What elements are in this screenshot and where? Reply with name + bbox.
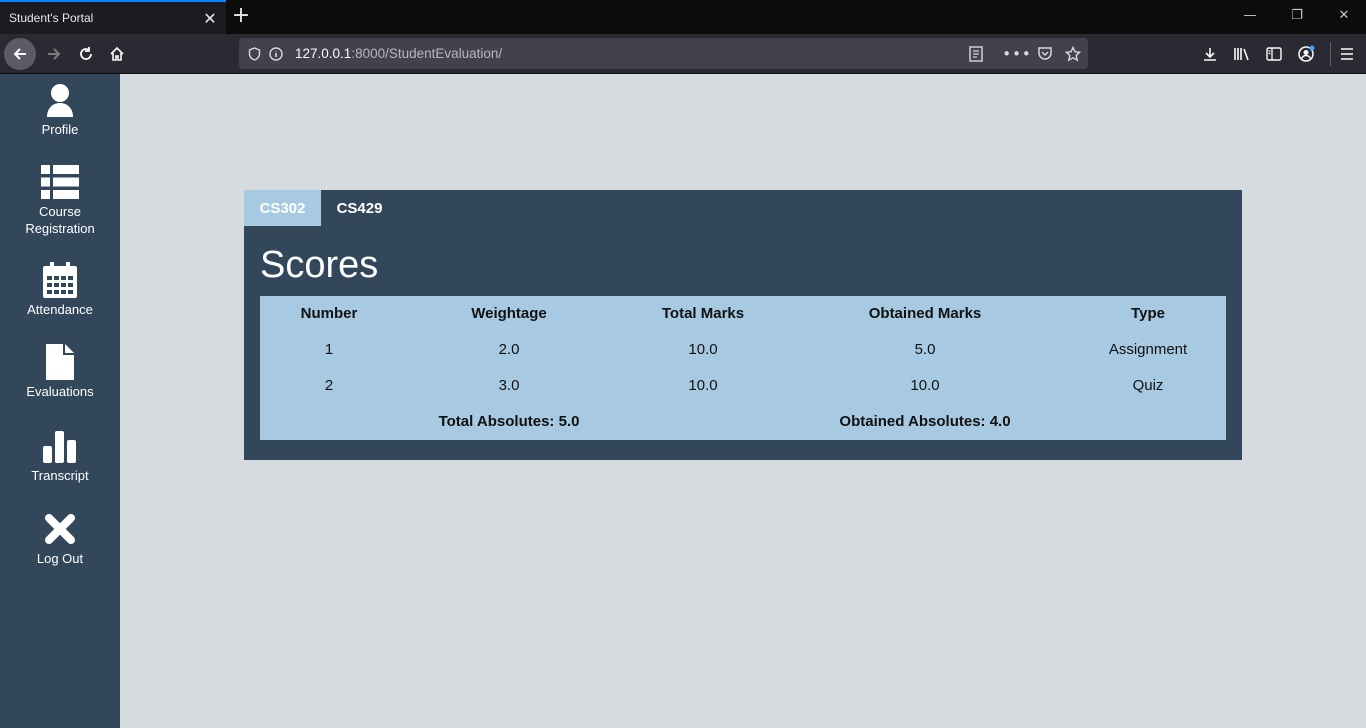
tab-cs302[interactable]: CS302 — [244, 190, 321, 226]
table-cell: 5.0 — [914, 341, 936, 358]
tab-cs429[interactable]: CS429 — [321, 190, 398, 226]
url-path: :8000/StudentEvaluation/ — [351, 46, 503, 61]
reload-icon[interactable] — [70, 38, 102, 70]
column-header: Total Marks — [661, 305, 745, 322]
column-header: Type — [1131, 305, 1165, 322]
total-absolutes: Total Absolutes: 5.0 — [438, 413, 580, 430]
browser-tab[interactable]: Student's Portal ✕ — [0, 0, 226, 34]
close-x-icon — [40, 511, 80, 547]
sidebar: Profile Course Registration Attendance E — [0, 74, 120, 728]
sidebar-toggle-icon[interactable] — [1258, 38, 1290, 70]
url-host: 127.0.0.1 — [295, 46, 352, 61]
table-cell: 2 — [324, 377, 334, 394]
calendar-icon — [40, 262, 80, 298]
sidebar-item-label: Course Registration — [25, 204, 95, 236]
restore-icon[interactable]: ❐ — [1285, 6, 1309, 26]
table-row: 1 2.0 10.0 5.0 Assignment — [260, 332, 1226, 368]
forward-icon[interactable] — [38, 38, 70, 70]
table-cell: 10.0 — [688, 377, 718, 394]
back-icon[interactable] — [4, 38, 36, 70]
column-header: Number — [300, 305, 358, 322]
table-cell: Quiz — [1132, 377, 1164, 394]
sidebar-item-label: Attendance — [27, 302, 93, 317]
close-window-icon[interactable]: ✕ — [1332, 6, 1356, 26]
table-footer-row: Total Absolutes: 5.0 Obtained Absolutes:… — [260, 404, 1226, 440]
user-icon — [40, 82, 80, 118]
url-bar[interactable]: 127.0.0.1:8000/StudentEvaluation/ ••• — [239, 38, 1088, 69]
close-tab-icon[interactable]: ✕ — [199, 7, 221, 29]
obtained-absolutes: Obtained Absolutes: 4.0 — [839, 413, 1011, 430]
sidebar-item-course-registration[interactable]: Course Registration — [0, 164, 120, 237]
library-icon[interactable] — [1226, 38, 1258, 70]
scores-panel: CS302 CS429 Scores Number Weightage Tota… — [244, 190, 1242, 460]
minimize-icon[interactable]: — — [1238, 6, 1262, 26]
sidebar-item-label: Evaluations — [26, 384, 94, 399]
tab-title: Student's Portal — [9, 11, 94, 25]
new-tab-icon[interactable]: + — [230, 5, 252, 27]
download-icon[interactable] — [1194, 38, 1226, 70]
more-actions-icon[interactable]: ••• — [1002, 43, 1031, 65]
list-icon — [40, 164, 80, 200]
home-icon[interactable] — [101, 38, 133, 70]
table-row: 2 3.0 10.0 10.0 Quiz — [260, 368, 1226, 404]
account-icon[interactable] — [1290, 38, 1322, 70]
file-icon — [40, 344, 80, 380]
column-header: Obtained Marks — [868, 305, 982, 322]
table-header-row: Number Weightage Total Marks Obtained Ma… — [260, 296, 1226, 332]
info-icon[interactable] — [265, 43, 287, 65]
url-text[interactable]: 127.0.0.1:8000/StudentEvaluation/ — [295, 46, 502, 61]
table-cell: 10.0 — [910, 377, 940, 394]
sidebar-item-profile[interactable]: Profile — [0, 82, 120, 138]
sidebar-item-label: Transcript — [31, 468, 89, 483]
sidebar-item-evaluations[interactable]: Evaluations — [0, 344, 120, 400]
bookmark-star-icon[interactable] — [1062, 43, 1084, 65]
sidebar-item-log-out[interactable]: Log Out — [0, 511, 120, 567]
browser-tab-bar: Student's Portal ✕ + — ❐ ✕ — [0, 0, 1366, 34]
scores-table: Number Weightage Total Marks Obtained Ma… — [260, 296, 1226, 440]
table-cell: 10.0 — [688, 341, 718, 358]
table-cell: Assignment — [1108, 341, 1188, 358]
shield-icon[interactable] — [243, 43, 265, 65]
table-cell: 1 — [324, 341, 334, 358]
table-cell: 2.0 — [498, 341, 520, 358]
sidebar-item-label: Profile — [41, 122, 79, 137]
pocket-icon[interactable] — [1034, 43, 1056, 65]
table-cell: 3.0 — [498, 377, 520, 394]
sidebar-item-transcript[interactable]: Transcript — [0, 428, 120, 484]
menu-icon[interactable] — [1331, 38, 1363, 70]
browser-nav-bar: 127.0.0.1:8000/StudentEvaluation/ ••• — [0, 34, 1366, 74]
page-title: Scores — [260, 244, 379, 286]
sidebar-item-attendance[interactable]: Attendance — [0, 262, 120, 318]
reader-view-icon[interactable] — [965, 43, 987, 65]
sidebar-item-label: Log Out — [36, 551, 84, 566]
bar-chart-icon — [40, 428, 80, 464]
column-header: Weightage — [471, 305, 547, 322]
